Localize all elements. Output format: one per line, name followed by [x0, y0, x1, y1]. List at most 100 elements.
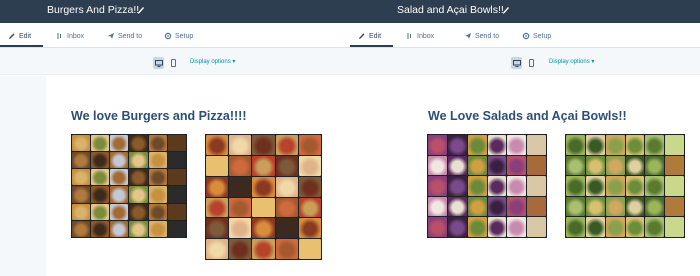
tab-inbox[interactable]: Inbox — [406, 30, 434, 42]
thumbnail-image — [167, 135, 186, 152]
thumbnail-image — [148, 169, 167, 186]
desktop-view-button[interactable] — [153, 57, 164, 69]
thumbnail-image — [110, 152, 129, 169]
thumbnail-image — [167, 169, 186, 186]
thumbnail-image — [527, 155, 546, 176]
thumbnail-image — [275, 218, 298, 239]
thumbnail-image — [645, 135, 665, 155]
desktop-icon — [512, 59, 521, 67]
thumbnail-image — [447, 217, 467, 237]
thumbnail-image — [148, 186, 167, 203]
mobile-view-button[interactable] — [526, 57, 537, 69]
gear-icon — [164, 32, 172, 40]
thumbnail-image — [129, 186, 148, 203]
thumbnail-image — [206, 155, 229, 176]
tab-setup[interactable]: Setup — [522, 30, 551, 42]
burger-image-collage[interactable] — [71, 134, 187, 238]
thumbnail-image — [206, 218, 229, 239]
thumbnail-image — [72, 203, 91, 220]
display-options-dropdown[interactable]: Display options ▾ — [190, 58, 235, 65]
thumbnail-image — [206, 239, 229, 259]
thumbnail-image — [566, 196, 585, 217]
thumbnail-image — [585, 217, 605, 237]
thumbnail-image — [206, 176, 229, 197]
edit-title-icon[interactable] — [502, 5, 510, 15]
desktop-icon — [154, 59, 163, 67]
pencil-icon — [359, 33, 365, 39]
tab-inbox[interactable]: Inbox — [56, 30, 84, 42]
thumbnail-image — [507, 155, 527, 176]
thumbnail-image — [129, 135, 148, 152]
thumbnail-image — [72, 152, 91, 169]
salad-image-collage[interactable] — [565, 134, 685, 238]
thumbnail-image — [605, 217, 625, 237]
thumbnail-image — [527, 135, 546, 155]
thumbnail-image — [148, 203, 167, 220]
thumbnail-image — [167, 220, 186, 237]
page-title: Salad and Açai Bowls!! — [397, 4, 504, 16]
thumbnail-image — [148, 135, 167, 152]
email-heading[interactable]: We Love Salads and Açai Bowls!! — [428, 109, 627, 123]
desktop-view-button[interactable] — [511, 57, 522, 69]
gear-icon — [522, 32, 530, 40]
acai-bowl-image-collage[interactable] — [427, 134, 547, 238]
thumbnail-image — [91, 152, 110, 169]
thumbnail-image — [507, 217, 527, 237]
thumbnail-image — [566, 217, 585, 237]
thumbnail-image — [467, 196, 487, 217]
thumbnail-image — [72, 169, 91, 186]
thumbnail-image — [605, 155, 625, 176]
thumbnail-image — [447, 155, 467, 176]
tab-setup[interactable]: Setup — [164, 30, 193, 42]
send-icon — [465, 33, 471, 39]
thumbnail-image — [665, 196, 684, 217]
edit-title-icon[interactable] — [137, 5, 145, 15]
thumbnail-image — [625, 176, 645, 196]
thumbnail-image — [148, 152, 167, 169]
thumbnail-image — [129, 220, 148, 237]
thumbnail-image — [665, 155, 684, 176]
mobile-icon — [171, 59, 176, 67]
thumbnail-image — [625, 135, 645, 155]
thumbnail-image — [487, 217, 507, 237]
thumbnail-image — [129, 169, 148, 186]
thumbnail-image — [625, 217, 645, 237]
thumbnail-image — [206, 135, 229, 155]
thumbnail-image — [252, 176, 275, 197]
page-title: Burgers And Pizza!! — [47, 4, 140, 16]
thumbnail-image — [467, 176, 487, 196]
pizza-image-collage[interactable] — [205, 134, 322, 260]
thumbnail-image — [645, 217, 665, 237]
thumbnail-image — [447, 135, 467, 155]
thumbnail-image — [252, 239, 275, 259]
thumbnail-image — [275, 135, 298, 155]
thumbnail-image — [110, 135, 129, 152]
thumbnail-image — [110, 169, 129, 186]
thumbnail-image — [91, 135, 110, 152]
right-editor-panel: Salad and Açai Bowls!! Edit Inbox Send t… — [350, 0, 700, 276]
tab-send-to[interactable]: Send to — [107, 30, 142, 42]
thumbnail-image — [645, 196, 665, 217]
thumbnail-image — [229, 176, 252, 197]
mobile-view-button[interactable] — [168, 57, 179, 69]
thumbnail-image — [229, 197, 252, 218]
thumbnail-image — [605, 135, 625, 155]
thumbnail-image — [275, 155, 298, 176]
thumbnail-image — [252, 135, 275, 155]
thumbnail-image — [507, 196, 527, 217]
tab-edit[interactable]: Edit — [8, 30, 31, 42]
tab-edit[interactable]: Edit — [358, 30, 381, 42]
thumbnail-image — [252, 155, 275, 176]
thumbnail-image — [91, 220, 110, 237]
top-bar: Salad and Açai Bowls!! — [350, 0, 700, 23]
display-options-dropdown[interactable]: Display options ▾ — [549, 58, 594, 65]
display-options-bar: Display options ▾ — [350, 48, 700, 75]
thumbnail-image — [110, 203, 129, 220]
thumbnail-image — [527, 176, 546, 196]
email-heading[interactable]: We love Burgers and Pizza!!!! — [71, 109, 247, 123]
thumbnail-image — [467, 135, 487, 155]
thumbnail-image — [275, 197, 298, 218]
tab-send-to[interactable]: Send to — [464, 30, 499, 42]
thumbnail-image — [585, 155, 605, 176]
thumbnail-image — [167, 152, 186, 169]
